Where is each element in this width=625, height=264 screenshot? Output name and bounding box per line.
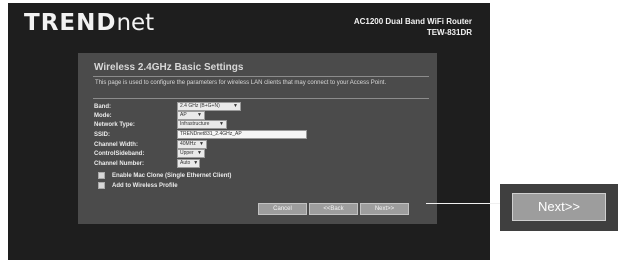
band-select[interactable]: 2.4 GHz (B+G+N) ▼ xyxy=(177,102,241,111)
control-sideband-select[interactable]: Upper ▼ xyxy=(177,149,205,158)
mac-clone-option: Enable Mac Clone (Single Ethernet Client… xyxy=(98,171,231,180)
settings-panel: Wireless 2.4GHz Basic Settings This page… xyxy=(78,53,437,224)
network-type-row: Network Type: Infrastructure ▼ xyxy=(94,120,227,129)
router-setup-window: TRENDnet AC1200 Dual Band WiFi Router TE… xyxy=(8,3,490,260)
chevron-down-icon: ▼ xyxy=(197,112,202,118)
wireless-profile-label: Add to Wireless Profile xyxy=(112,182,178,189)
mode-row: Mode: AP ▼ xyxy=(94,111,205,120)
trendnet-logo: TRENDnet xyxy=(24,9,154,37)
control-sideband-value: Upper xyxy=(180,150,194,156)
model-number: TEW-831DR xyxy=(426,28,472,37)
chevron-down-icon: ▼ xyxy=(193,160,199,166)
chevron-down-icon: ▼ xyxy=(233,103,238,109)
chevron-down-icon: ▼ xyxy=(197,150,202,156)
callout-next-button[interactable]: Next>> xyxy=(512,193,606,221)
control-sideband-row: ControlSideband: Upper ▼ xyxy=(94,149,205,158)
brand-suffix: net xyxy=(116,10,155,36)
cancel-button[interactable]: Cancel xyxy=(258,203,307,215)
mac-clone-label: Enable Mac Clone (Single Ethernet Client… xyxy=(112,172,232,179)
page-description: This page is used to configure the param… xyxy=(95,80,387,86)
wireless-profile-option: Add to Wireless Profile xyxy=(98,181,178,190)
callout-pointer-line xyxy=(426,203,504,204)
mode-select[interactable]: AP ▼ xyxy=(177,111,205,120)
band-row: Band: 2.4 GHz (B+G+N) ▼ xyxy=(94,102,241,111)
chevron-down-icon: ▼ xyxy=(219,121,224,127)
product-name: AC1200 Dual Band WiFi Router xyxy=(353,17,472,26)
channel-width-select[interactable]: 40MHz ▼ xyxy=(177,140,207,149)
back-button[interactable]: <<Back xyxy=(309,203,358,215)
band-label: Band: xyxy=(94,103,111,110)
channel-width-label: Channel Width: xyxy=(94,141,138,148)
wireless-profile-checkbox[interactable] xyxy=(98,182,105,189)
channel-number-value: Auto xyxy=(180,160,191,166)
ssid-input[interactable]: TRENDnet831_2.4GHz_AP xyxy=(177,130,307,139)
channel-width-row: Channel Width: 40MHz ▼ xyxy=(94,140,207,149)
mode-value: AP xyxy=(180,112,187,118)
channel-number-select[interactable]: Auto ▼ xyxy=(177,159,200,168)
band-value: 2.4 GHz (B+G+N) xyxy=(180,103,220,109)
channel-number-label: Channel Number: xyxy=(94,160,145,167)
page-title: Wireless 2.4GHz Basic Settings xyxy=(94,62,244,73)
ssid-row: SSID: TRENDnet831_2.4GHz_AP xyxy=(94,130,307,139)
chevron-down-icon: ▼ xyxy=(199,141,204,147)
mode-label: Mode: xyxy=(94,112,112,119)
channel-width-value: 40MHz xyxy=(180,141,196,147)
network-type-value: Infrastructure xyxy=(180,121,210,127)
mac-clone-checkbox[interactable] xyxy=(98,172,105,179)
control-sideband-label: ControlSideband: xyxy=(94,150,145,157)
title-divider xyxy=(93,76,429,77)
description-divider xyxy=(93,98,429,99)
product-info: AC1200 Dual Band WiFi Router TEW-831DR xyxy=(354,16,472,38)
network-type-select[interactable]: Infrastructure ▼ xyxy=(177,120,227,129)
network-type-label: Network Type: xyxy=(94,121,135,128)
channel-number-row: Channel Number: Auto ▼ xyxy=(94,159,200,168)
brand-main: TREND xyxy=(24,10,117,36)
ssid-label: SSID: xyxy=(94,131,111,138)
next-button[interactable]: Next>> xyxy=(360,203,409,215)
